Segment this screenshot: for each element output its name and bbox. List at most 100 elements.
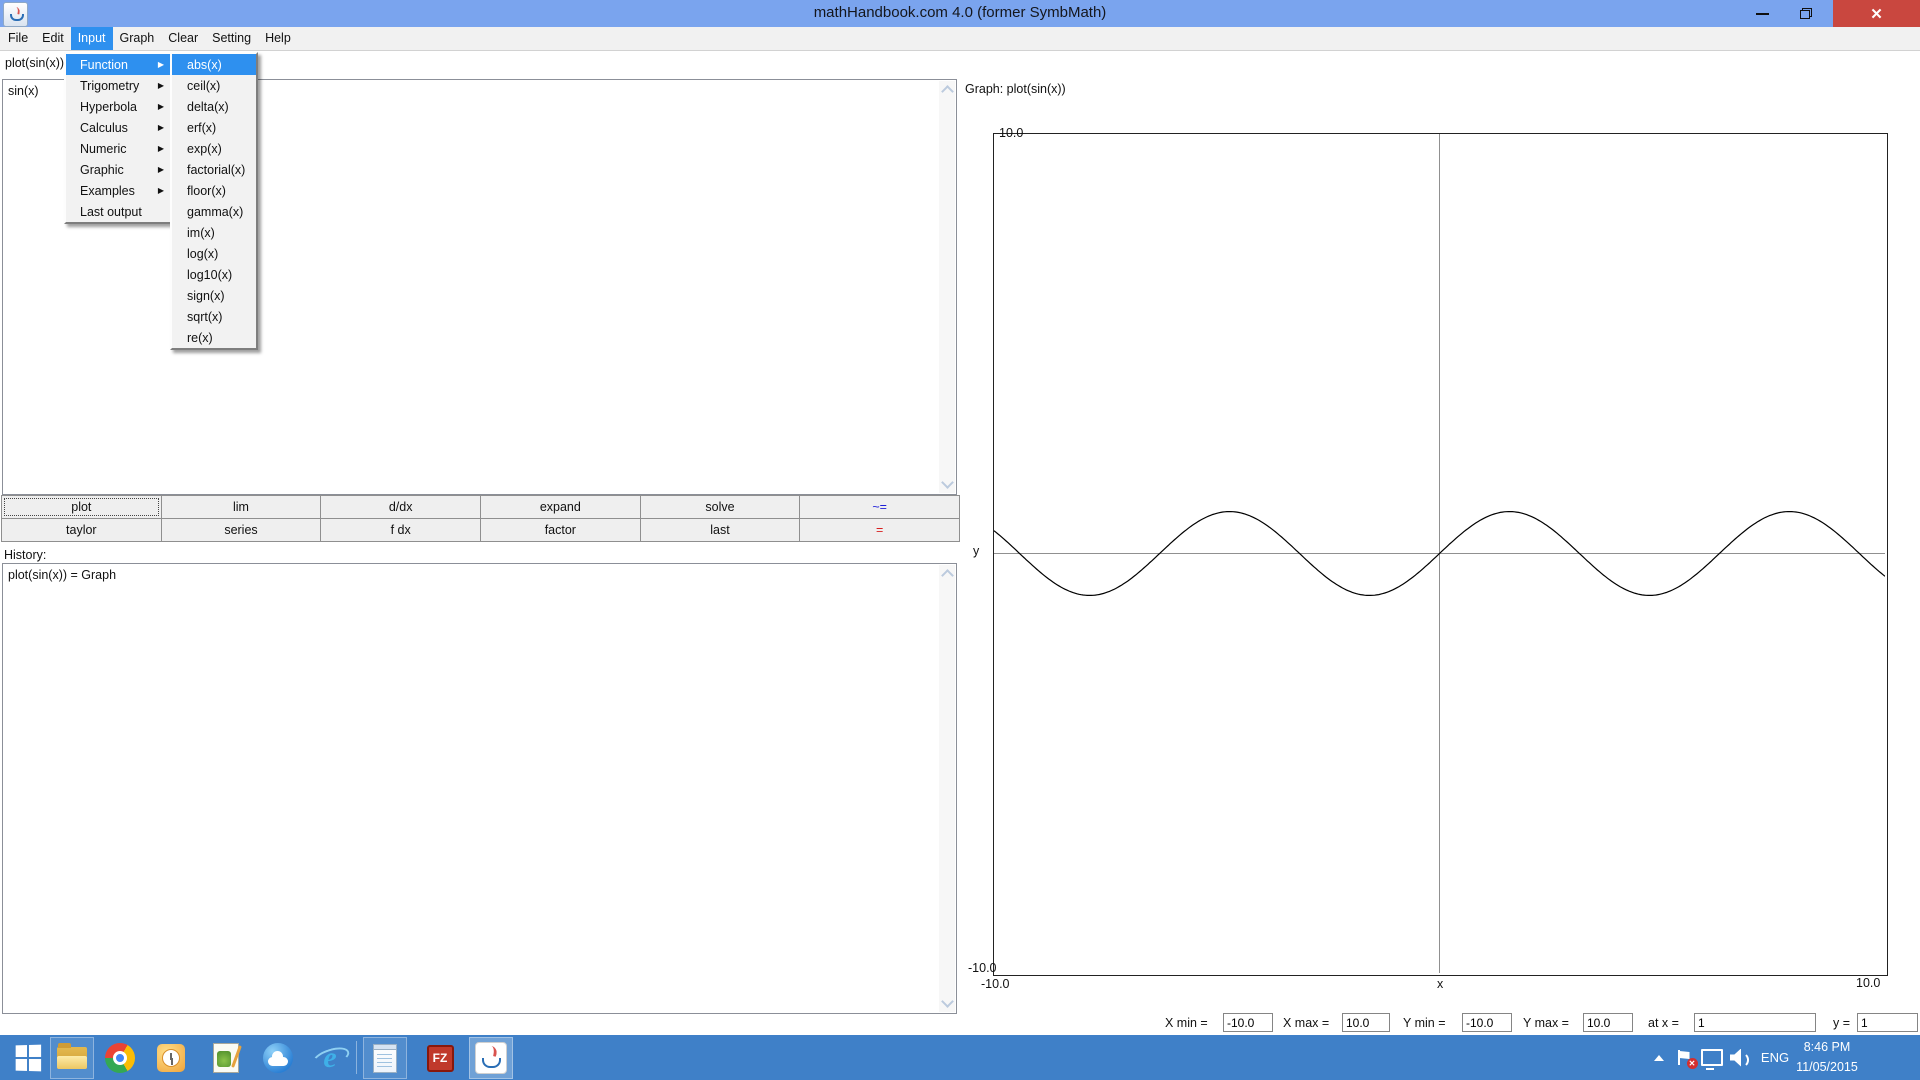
submenu-arrow-icon: ▶ — [157, 60, 164, 69]
taskbar-start-button[interactable] — [6, 1037, 50, 1079]
button-series[interactable]: series — [160, 518, 322, 542]
button-plot[interactable]: plot — [1, 495, 162, 519]
tray-volume-icon[interactable] — [1726, 1035, 1754, 1080]
ymax-input[interactable] — [1583, 1013, 1633, 1032]
menu-item-calculus[interactable]: Calculus ▶ — [66, 117, 170, 138]
history-scrollbar[interactable] — [939, 565, 955, 1012]
scroll-up-icon[interactable] — [941, 85, 954, 98]
submenu-item-abs[interactable]: abs(x) — [172, 54, 256, 75]
internet-explorer-icon — [314, 1043, 346, 1073]
submenu-item-factorial[interactable]: factorial(x) — [172, 159, 256, 180]
menu-item-numeric[interactable]: Numeric ▶ — [66, 138, 170, 159]
menu-file[interactable]: File — [1, 27, 35, 50]
taskbar-notes[interactable] — [204, 1037, 248, 1079]
tray-expand-icon[interactable] — [1648, 1035, 1670, 1080]
button-integrate[interactable]: f dx — [320, 518, 481, 542]
submenu-item-delta[interactable]: delta(x) — [172, 96, 256, 117]
menu-item-hyperbola[interactable]: Hyperbola ▶ — [66, 96, 170, 117]
menu-edit[interactable]: Edit — [35, 27, 71, 50]
menu-item-last-output[interactable]: Last output — [66, 201, 170, 222]
submenu-item-floor[interactable]: floor(x) — [172, 180, 256, 201]
button-expand[interactable]: expand — [480, 495, 641, 519]
scroll-down-icon[interactable] — [941, 476, 954, 489]
button-ddx[interactable]: d/dx — [320, 495, 481, 519]
menu-item-label: sign(x) — [187, 288, 225, 303]
speaker-icon — [1730, 1049, 1750, 1068]
submenu-item-erf[interactable]: erf(x) — [172, 117, 256, 138]
submenu-item-gamma[interactable]: gamma(x) — [172, 201, 256, 222]
menu-help[interactable]: Help — [258, 27, 298, 50]
submenu-arrow-icon: ▶ — [157, 102, 164, 111]
sine-plot — [994, 134, 1885, 973]
menu-item-examples[interactable]: Examples ▶ — [66, 180, 170, 201]
taskbar-chrome[interactable] — [98, 1037, 142, 1079]
button-equal[interactable]: = — [799, 518, 960, 542]
menu-item-graphic[interactable]: Graphic ▶ — [66, 159, 170, 180]
action-center-flag-icon: ✕ — [1677, 1049, 1698, 1069]
outlook-clock-icon — [157, 1044, 185, 1072]
submenu-item-im[interactable]: im(x) — [172, 222, 256, 243]
tray-flag-icon[interactable]: ✕ — [1672, 1035, 1698, 1080]
button-last[interactable]: last — [639, 518, 801, 542]
menu-setting[interactable]: Setting — [205, 27, 258, 50]
minimize-button[interactable] — [1742, 0, 1782, 27]
history-label: History: — [4, 548, 47, 562]
history-area[interactable]: plot(sin(x)) = Graph — [2, 563, 957, 1014]
editor-scrollbar[interactable] — [939, 81, 955, 493]
taskbar: FZ ✕ ENG 8:46 PM 11/05/2015 — [0, 1035, 1920, 1080]
menu-input[interactable]: Input — [70, 27, 113, 50]
tray-network-icon[interactable] — [1699, 1035, 1725, 1080]
menu-item-label: Examples — [80, 183, 135, 198]
close-button[interactable]: ✕ — [1833, 0, 1920, 27]
menu-item-label: im(x) — [187, 225, 215, 240]
button-taylor[interactable]: taylor — [1, 518, 162, 542]
restore-button[interactable] — [1786, 0, 1826, 27]
network-icon — [1701, 1049, 1723, 1070]
editor-text: sin(x) — [8, 84, 39, 98]
xmin-input[interactable] — [1223, 1013, 1273, 1032]
taskbar-outlook[interactable] — [149, 1037, 193, 1079]
filezilla-label: FZ — [432, 1051, 448, 1065]
ymin-input[interactable] — [1462, 1013, 1512, 1032]
submenu-item-log[interactable]: log(x) — [172, 243, 256, 264]
submenu-arrow-icon: ▶ — [157, 144, 164, 153]
menu-graph[interactable]: Graph — [113, 27, 162, 50]
ymax-label: Y max = — [1523, 1016, 1569, 1030]
menu-item-function[interactable]: Function ▶ — [66, 54, 170, 75]
taskbar-notepad[interactable] — [363, 1037, 407, 1079]
menu-item-trigometry[interactable]: Trigometry ▶ — [66, 75, 170, 96]
scroll-down-icon[interactable] — [941, 995, 954, 1008]
menu-item-label: Numeric — [80, 141, 127, 156]
taskbar-cloud-app[interactable] — [256, 1037, 300, 1079]
x-max-label: 10.0 — [1856, 976, 1881, 990]
chrome-icon — [105, 1043, 135, 1073]
taskbar-filezilla[interactable]: FZ — [418, 1037, 462, 1079]
menu-item-label: floor(x) — [187, 183, 226, 198]
ymin-label: Y min = — [1403, 1016, 1446, 1030]
button-approx-equal[interactable]: ~= — [799, 495, 960, 519]
submenu-item-re[interactable]: re(x) — [172, 327, 256, 348]
submenu-item-log10[interactable]: log10(x) — [172, 264, 256, 285]
scroll-up-icon[interactable] — [941, 569, 954, 582]
submenu-item-ceil[interactable]: ceil(x) — [172, 75, 256, 96]
file-explorer-icon — [57, 1043, 87, 1069]
submenu-item-sqrt[interactable]: sqrt(x) — [172, 306, 256, 327]
title-bar[interactable]: mathHandbook.com 4.0 (former SymbMath) ✕ — [0, 0, 1920, 27]
menu-clear[interactable]: Clear — [161, 27, 205, 50]
at-x-input[interactable] — [1694, 1013, 1816, 1032]
submenu-item-sign[interactable]: sign(x) — [172, 285, 256, 306]
taskbar-file-explorer[interactable] — [50, 1037, 94, 1079]
button-lim[interactable]: lim — [160, 495, 322, 519]
function-submenu: abs(x) ceil(x) delta(x) erf(x) exp(x) fa… — [170, 52, 258, 350]
taskbar-java[interactable] — [469, 1037, 513, 1079]
button-factor[interactable]: factor — [480, 518, 641, 542]
menu-item-label: ceil(x) — [187, 78, 221, 93]
tray-clock[interactable]: 8:46 PM 11/05/2015 — [1788, 1035, 1866, 1080]
menu-item-label: erf(x) — [187, 120, 217, 135]
y-value-input[interactable] — [1857, 1013, 1918, 1032]
button-solve[interactable]: solve — [639, 495, 801, 519]
taskbar-internet-explorer[interactable] — [308, 1037, 352, 1079]
xmax-input[interactable] — [1342, 1013, 1390, 1032]
submenu-item-exp[interactable]: exp(x) — [172, 138, 256, 159]
chevron-up-icon — [1654, 1054, 1664, 1061]
